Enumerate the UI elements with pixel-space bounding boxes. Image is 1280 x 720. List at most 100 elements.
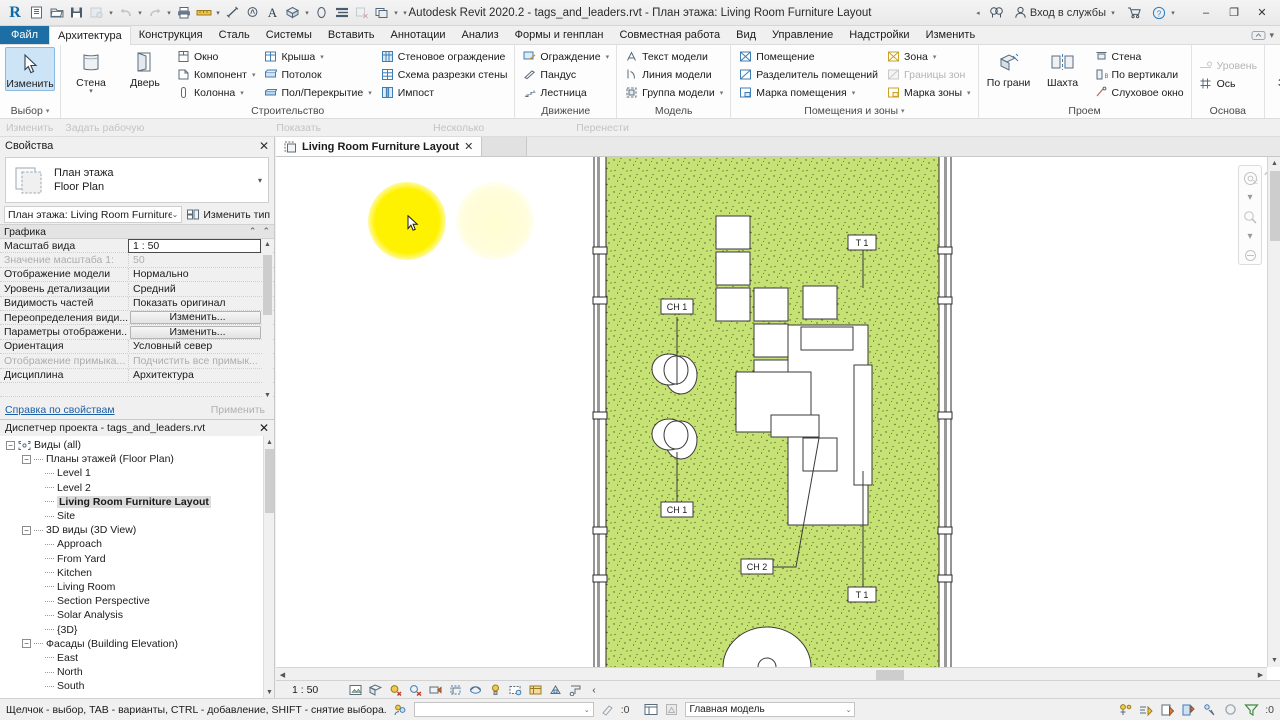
rendering-dialog-icon[interactable] <box>428 683 442 697</box>
minimize-button[interactable]: – <box>1192 1 1220 25</box>
property-value-view-scale[interactable]: 1 : 50 <box>128 239 261 253</box>
properties-type-dropdown-icon[interactable]: ▾ <box>258 176 262 185</box>
thin-lines-icon[interactable] <box>332 3 351 23</box>
project-browser-scrollbar[interactable]: ▲ ▼ <box>263 436 274 698</box>
zoom-icon[interactable] <box>1241 208 1259 225</box>
default-3d-view-icon[interactable] <box>283 3 302 23</box>
room-separator-button[interactable]: Разделитель помещений <box>736 66 880 83</box>
tree-node-kitchen[interactable]: Kitchen <box>0 566 274 580</box>
room-tag-button[interactable]: Марка помещения ▾ <box>736 84 880 101</box>
help-button[interactable]: ? ▾ <box>1149 4 1180 22</box>
browser-scroll-thumb[interactable] <box>265 449 274 513</box>
canvas-hscroll-thumb[interactable] <box>876 670 904 680</box>
project-browser-close-icon[interactable]: ✕ <box>259 421 269 435</box>
modify-button[interactable]: Изменить <box>5 47 55 91</box>
dormer-button[interactable]: Слуховое окно <box>1092 84 1186 101</box>
design-options-icon[interactable] <box>643 702 658 717</box>
zoom-dropdown-icon[interactable]: ▾ <box>1241 228 1259 245</box>
railing-button[interactable]: Ограждение ▾ <box>520 48 611 65</box>
undo-icon[interactable] <box>116 3 135 23</box>
grid-button[interactable]: Ось <box>1197 75 1259 92</box>
open-icon[interactable] <box>47 3 66 23</box>
edit-type-button[interactable]: Изменить тип <box>186 208 270 221</box>
property-row-display-model[interactable]: Отображение модели Нормально <box>0 268 274 283</box>
set-workplane-button[interactable]: Задать <box>1270 47 1280 89</box>
ceiling-button[interactable]: Потолок <box>261 66 373 83</box>
type-selector-chevron-down-icon[interactable]: ⌄ <box>172 210 179 219</box>
save-icon[interactable] <box>67 3 86 23</box>
floor-button[interactable]: Пол/Перекрытие ▾ <box>261 84 373 101</box>
ribbon-tab-steel[interactable]: Сталь <box>211 26 258 44</box>
analytical-model-icon[interactable] <box>548 683 562 697</box>
text-icon[interactable]: A <box>263 3 282 23</box>
worksharing-display-icon[interactable] <box>1118 702 1133 717</box>
property-value-orientation[interactable]: Условный север <box>128 340 262 353</box>
area-tag-dropdown-icon[interactable]: ▾ <box>967 89 971 97</box>
redo-icon[interactable] <box>145 3 164 23</box>
opening-vertical-button[interactable]: B По вертикали <box>1092 66 1186 83</box>
tree-node-north[interactable]: North <box>0 665 274 679</box>
ramp-button[interactable]: Пандус <box>520 66 611 83</box>
help-dropdown-icon[interactable]: ▾ <box>1169 9 1177 17</box>
constraints-icon[interactable] <box>568 683 582 697</box>
worksets-icon[interactable] <box>393 702 408 717</box>
view-scale-label[interactable]: 1 : 50 <box>292 684 318 696</box>
model-group-button[interactable]: Группа модели ▾ <box>622 84 725 101</box>
tree-node-living-room[interactable]: Living Room <box>0 580 274 594</box>
tree-node-section-perspective[interactable]: Section Perspective <box>0 594 274 608</box>
ribbon-tab-addins[interactable]: Надстройки <box>841 26 917 44</box>
autodesk-store-icon[interactable] <box>1124 4 1145 21</box>
tree-node-site[interactable]: Site <box>0 509 274 523</box>
ribbon-tab-insert[interactable]: Вставить <box>320 26 383 44</box>
tree-expander-icon[interactable]: − <box>22 454 31 464</box>
reveal-hidden-elements-icon[interactable] <box>508 683 522 697</box>
stair-button[interactable]: Лестница <box>520 84 611 101</box>
canvas-vscroll-thumb[interactable] <box>1270 171 1280 241</box>
canvas-scroll-down-arrow-icon[interactable]: ▼ <box>1268 654 1280 667</box>
curtain-grid-button[interactable]: Схема разрезки стены <box>378 66 510 83</box>
room-tag-dropdown-icon[interactable]: ▾ <box>852 89 856 97</box>
room-button[interactable]: Помещение <box>736 48 880 65</box>
filter-icon[interactable] <box>1244 702 1260 717</box>
design-options-combo[interactable]: Главная модель ⌄ <box>685 702 856 717</box>
ribbon-tab-manage[interactable]: Управление <box>764 26 841 44</box>
worksets-combo[interactable]: ⌄ <box>413 702 594 717</box>
tree-node-3d[interactable]: {3D} <box>0 622 274 636</box>
mullion-button[interactable]: Импост <box>378 84 510 101</box>
sun-path-icon[interactable] <box>388 683 402 697</box>
ribbon-tab-modify[interactable]: Изменить <box>918 26 984 44</box>
opening-wall-button[interactable]: Стена <box>1092 48 1186 65</box>
navbar-options-icon[interactable] <box>1241 247 1259 264</box>
navbar-dropdown-icon[interactable]: ▾ <box>1241 189 1259 206</box>
shaft-button[interactable]: Шахта <box>1038 47 1088 89</box>
redo-dropdown-icon[interactable]: ▾ <box>165 9 173 17</box>
properties-scroll-down-arrow-icon[interactable]: ▼ <box>262 390 273 401</box>
canvas-horizontal-scrollbar[interactable]: ◀ ▶ <box>276 667 1267 680</box>
property-value-display-model[interactable]: Нормально <box>128 268 262 281</box>
ribbon-collapse-control[interactable]: ▾ <box>1251 26 1280 44</box>
model-line-button[interactable]: Линия модели <box>622 66 725 83</box>
crop-view-icon[interactable] <box>448 683 462 697</box>
tree-node-solar-analysis[interactable]: Solar Analysis <box>0 608 274 622</box>
detail-level-icon[interactable] <box>348 683 362 697</box>
properties-help-link[interactable]: Справка по свойствам <box>5 404 115 416</box>
property-row-visibility-overrides[interactable]: Переопределения види... Изменить... <box>0 311 274 326</box>
select-underlay-icon[interactable] <box>1202 702 1217 717</box>
select-links-icon[interactable] <box>1181 702 1196 717</box>
tree-node-approach[interactable]: Approach <box>0 537 274 551</box>
revit-logo-icon[interactable]: R <box>4 2 26 24</box>
sign-in-dropdown-icon[interactable]: ▾ <box>1109 9 1117 17</box>
ribbon-tab-massing-site[interactable]: Формы и генплан <box>507 26 612 44</box>
switch-windows-icon[interactable] <box>372 3 391 23</box>
properties-scroll-up-icon[interactable]: ⌃ <box>262 226 270 237</box>
roof-button[interactable]: Крыша ▾ <box>261 48 373 65</box>
ribbon-tab-collaborate[interactable]: Совместная работа <box>611 26 728 44</box>
component-button[interactable]: Компонент ▾ <box>174 66 257 83</box>
show-crop-region-icon[interactable] <box>468 683 482 697</box>
property-button-visibility-overrides[interactable]: Изменить... <box>130 311 261 325</box>
properties-collapse-icon[interactable]: ⌃ <box>249 226 257 237</box>
save-as-dropdown-icon[interactable]: ▾ <box>107 9 115 17</box>
property-row-orientation[interactable]: Ориентация Условный север <box>0 340 274 355</box>
property-row-discipline[interactable]: Дисциплина Архитектура <box>0 369 274 383</box>
properties-type-preview[interactable]: План этажа Floor Plan ▾ <box>5 157 269 203</box>
